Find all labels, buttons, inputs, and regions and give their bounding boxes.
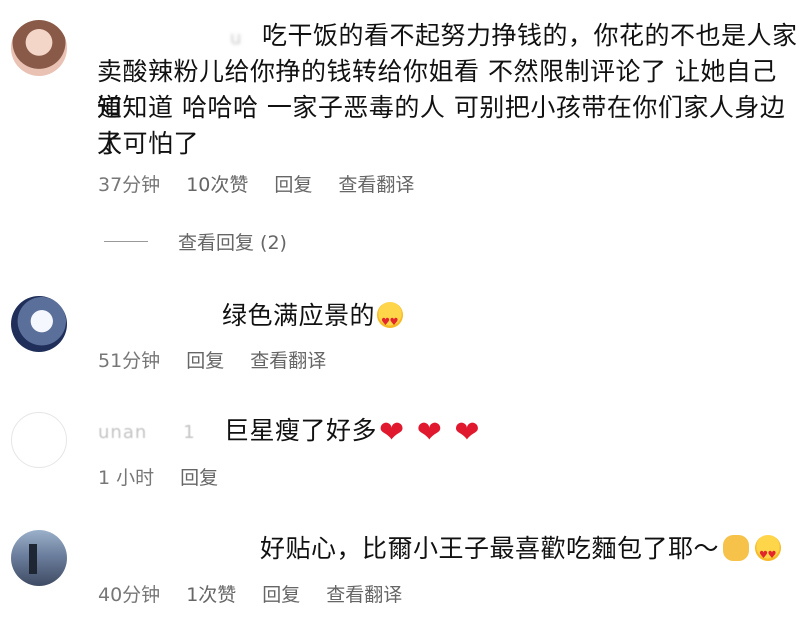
reply-button[interactable]: 回复 <box>262 580 300 607</box>
translate-button[interactable]: 查看翻译 <box>338 170 414 197</box>
comment-text-content: 好贴心，比爾小王子最喜歡吃麵包了耶～ <box>260 534 720 563</box>
comment-text-content: 巨星瘦了好多 <box>224 416 378 445</box>
red-heart-icon: ❤ <box>406 415 443 450</box>
like-count[interactable]: 10次赞 <box>186 170 248 197</box>
view-replies-label[interactable]: 查看回复 (2) <box>178 228 287 255</box>
like-count[interactable]: 1次赞 <box>186 580 236 607</box>
comment-text-line: 太可怕了 <box>97 129 200 158</box>
avatar[interactable] <box>11 530 67 586</box>
comment-meta: 51分钟 回复 查看翻译 <box>98 346 352 373</box>
timestamp: 40分钟 <box>98 584 161 606</box>
comment-meta: 37分钟 10次赞 回复 查看翻译 <box>98 170 440 197</box>
username[interactable]: unan 1 <box>98 422 228 443</box>
username[interactable] <box>94 314 104 334</box>
comment-text-line: 吃干饭的看不起努力挣钱的，你花的不也是人家 <box>262 21 798 50</box>
comment-text: 绿色满应景的 <box>222 298 404 341</box>
comment-text: 好贴心，比爾小王子最喜歡吃麵包了耶～ <box>260 531 782 574</box>
reply-button[interactable]: 回复 <box>274 170 312 197</box>
username[interactable] <box>200 540 250 560</box>
translate-button[interactable]: 查看翻译 <box>326 580 402 607</box>
username[interactable]: u <box>160 28 270 49</box>
reply-button[interactable]: 回复 <box>180 463 218 490</box>
heart-eyes-emoji-icon <box>377 302 404 341</box>
view-replies[interactable]: 查看回复 (2) <box>104 228 287 255</box>
comment-text-line: 道知道 哈哈哈 一家子恶毒的人 可别把小孩带在你们家人身边了 <box>97 93 786 158</box>
divider <box>104 241 148 242</box>
red-heart-icon: ❤ <box>379 415 405 450</box>
reply-button[interactable]: 回复 <box>186 346 224 373</box>
heart-eyes-emoji-icon <box>755 535 782 574</box>
timestamp: 1 小时 <box>98 467 155 489</box>
avatar[interactable] <box>11 412 67 468</box>
comment-meta: 40分钟 1次赞 回复 查看翻译 <box>98 580 428 607</box>
comment-text: 巨星瘦了好多❤ ❤ ❤ <box>224 413 480 451</box>
translate-button[interactable]: 查看翻译 <box>250 346 326 373</box>
comment-text-content: 绿色满应景的 <box>222 301 376 330</box>
timestamp: 37分钟 <box>98 174 161 196</box>
clapping-hands-icon <box>723 535 750 561</box>
avatar[interactable] <box>11 296 67 352</box>
red-heart-icon: ❤ <box>444 415 481 450</box>
avatar[interactable] <box>11 20 67 76</box>
timestamp: 51分钟 <box>98 350 161 372</box>
comment-meta: 1 小时 回复 <box>98 463 244 490</box>
